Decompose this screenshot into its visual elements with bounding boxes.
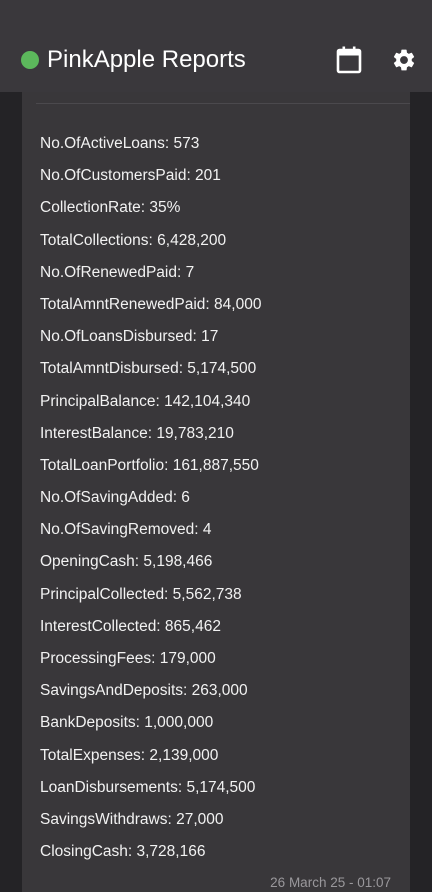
- report-card: No.OfActiveLoans: 573 No.OfCustomersPaid:…: [22, 92, 410, 892]
- report-row: BankDeposits: 1,000,000: [40, 714, 214, 732]
- app-bar: PinkApple Reports: [0, 0, 432, 92]
- report-list: No.OfActiveLoans: 573 No.OfCustomersPaid:…: [40, 128, 261, 868]
- report-row: OpeningCash: 5,198,466: [40, 553, 213, 571]
- report-row: InterestBalance: 19,783,210: [40, 424, 234, 442]
- report-row: No.OfActiveLoans: 573: [40, 135, 200, 152]
- report-row: SavingsWithdraws: 27,000: [40, 810, 224, 828]
- report-row: No.OfRenewedPaid: 7: [40, 263, 195, 281]
- report-row: No.OfSavingAdded: 6: [40, 489, 190, 507]
- gear-icon: [393, 49, 415, 71]
- calendar-icon: [336, 46, 362, 74]
- report-row: SavingsAndDeposits: 263,000: [40, 682, 248, 700]
- report-row: No.OfSavingRemoved: 4: [40, 521, 212, 539]
- report-row: ProcessingFees: 179,000: [40, 650, 216, 667]
- card-divider: [36, 103, 410, 104]
- report-row: LoanDisbursements: 5,174,500: [40, 778, 256, 796]
- app-title: PinkApple Reports: [47, 46, 246, 73]
- report-row: TotalCollections: 6,428,200: [40, 231, 227, 249]
- report-row: InterestCollected: 865,462: [40, 617, 221, 635]
- report-row: TotalExpenses: 2,139,000: [40, 746, 219, 764]
- settings-button[interactable]: [388, 44, 420, 76]
- report-row: PrincipalBalance: 142,104,340: [40, 392, 251, 410]
- calendar-button[interactable]: [333, 44, 365, 76]
- report-row: TotalAmntRenewedPaid: 84,000: [40, 295, 262, 313]
- report-row: TotalAmntDisbursed: 5,174,500: [40, 360, 257, 378]
- report-timestamp: 26 March 25 - 01:07: [270, 875, 391, 890]
- report-row: PrincipalCollected: 5,562,738: [40, 585, 242, 603]
- report-row: ClosingCash: 3,728,166: [40, 843, 206, 861]
- status-dot: [21, 51, 39, 69]
- report-row: CollectionRate: 35%: [40, 199, 181, 217]
- report-row: No.OfLoansDisbursed: 17: [40, 328, 219, 346]
- report-row: No.OfCustomersPaid: 201: [40, 167, 221, 185]
- report-row: TotalLoanPortfolio: 161,887,550: [40, 456, 259, 474]
